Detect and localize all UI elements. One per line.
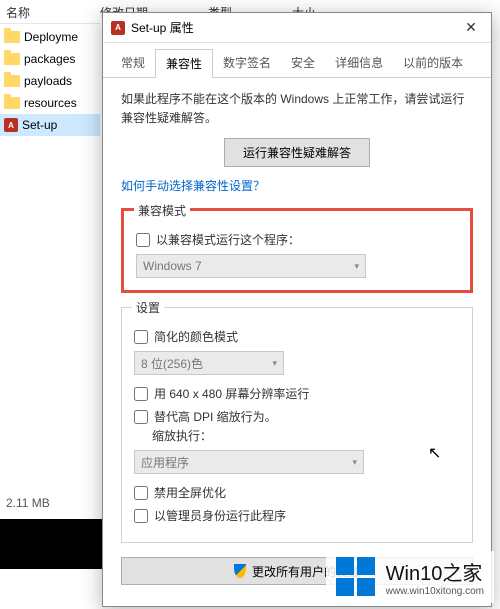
color-depth-select[interactable]: 8 位(256)色 ▾ (134, 351, 284, 375)
fullscreen-opt-label: 禁用全屏优化 (154, 484, 226, 501)
folder-icon (4, 75, 20, 87)
dpi-override-checkbox[interactable] (134, 410, 148, 424)
file-row[interactable]: resources (0, 92, 100, 114)
dialog-title: Set-up 属性 (131, 19, 459, 36)
dpi-scaling-select[interactable]: 应用程序 ▾ (134, 450, 364, 474)
app-icon: A (111, 21, 125, 35)
file-name: payloads (24, 74, 72, 88)
tab-signatures[interactable]: 数字签名 (213, 49, 281, 77)
watermark: Win10之家 www.win10xitong.com (326, 551, 494, 603)
chevron-down-icon: ▾ (354, 261, 359, 272)
tab-strip: 常规 兼容性 数字签名 安全 详细信息 以前的版本 (103, 43, 491, 78)
file-row[interactable]: A Set-up (0, 114, 100, 136)
help-link[interactable]: 如何手动选择兼容性设置？ (121, 177, 265, 194)
run-as-admin-label: 以管理员身份运行此程序 (154, 507, 286, 524)
file-size-label: 2.11 MB (6, 496, 50, 510)
file-row[interactable]: payloads (0, 70, 100, 92)
watermark-title: Win10之家 (386, 557, 484, 586)
run-as-admin-checkbox[interactable] (134, 509, 148, 523)
file-explorer: 名称 Deployme packages payloads resources … (0, 0, 100, 530)
intro-text: 如果此程序不能在这个版本的 Windows 上正常工作，请尝试运行兼容性疑难解答… (121, 90, 473, 128)
chevron-down-icon: ▾ (352, 457, 357, 468)
res-640-checkbox[interactable] (134, 387, 148, 401)
select-value: 应用程序 (141, 454, 189, 471)
group-title: 设置 (132, 299, 164, 316)
folder-icon (4, 53, 20, 65)
file-row[interactable]: Deployme (0, 26, 100, 48)
file-name: resources (24, 96, 77, 110)
troubleshoot-button[interactable]: 运行兼容性疑难解答 (224, 138, 370, 167)
compat-mode-label: 以兼容模式运行这个程序： (156, 231, 300, 248)
col-name[interactable]: 名称 (0, 0, 36, 23)
dpi-sub-label: 缩放执行： (152, 427, 212, 444)
tab-compatibility[interactable]: 兼容性 (155, 49, 213, 78)
watermark-url: www.win10xitong.com (386, 586, 484, 597)
res-640-label: 用 640 x 480 屏幕分辨率运行 (154, 385, 309, 402)
compat-os-select[interactable]: Windows 7 ▾ (136, 254, 366, 278)
app-icon: A (4, 118, 18, 132)
windows-logo-icon (336, 557, 376, 597)
tab-details[interactable]: 详细信息 (325, 49, 393, 77)
group-title: 兼容模式 (134, 202, 190, 219)
file-row[interactable]: packages (0, 48, 100, 70)
select-value: 8 位(256)色 (141, 355, 203, 372)
reduced-color-label: 简化的颜色模式 (154, 328, 238, 345)
chevron-down-icon: ▾ (272, 358, 277, 369)
titlebar[interactable]: A Set-up 属性 ✕ (103, 13, 491, 43)
reduced-color-checkbox[interactable] (134, 330, 148, 344)
folder-icon (4, 97, 20, 109)
properties-dialog: A Set-up 属性 ✕ 常规 兼容性 数字签名 安全 详细信息 以前的版本 … (102, 12, 492, 607)
close-icon[interactable]: ✕ (459, 19, 483, 36)
select-value: Windows 7 (143, 259, 202, 273)
shield-icon (234, 564, 246, 578)
dpi-override-label: 替代高 DPI 缩放行为。 (154, 408, 277, 425)
file-name: Deployme (24, 30, 78, 44)
compat-mode-checkbox[interactable] (136, 233, 150, 247)
file-name: packages (24, 52, 75, 66)
tab-previous[interactable]: 以前的版本 (393, 49, 473, 77)
settings-group: 设置 简化的颜色模式 8 位(256)色 ▾ 用 640 x 480 屏幕分辨率… (121, 307, 473, 543)
compat-mode-group: 兼容模式 以兼容模式运行这个程序： Windows 7 ▾ (121, 208, 473, 293)
folder-icon (4, 31, 20, 43)
tab-security[interactable]: 安全 (281, 49, 325, 77)
explorer-column-headers: 名称 (0, 0, 100, 24)
file-name: Set-up (22, 118, 57, 132)
tab-general[interactable]: 常规 (111, 49, 155, 77)
fullscreen-opt-checkbox[interactable] (134, 486, 148, 500)
